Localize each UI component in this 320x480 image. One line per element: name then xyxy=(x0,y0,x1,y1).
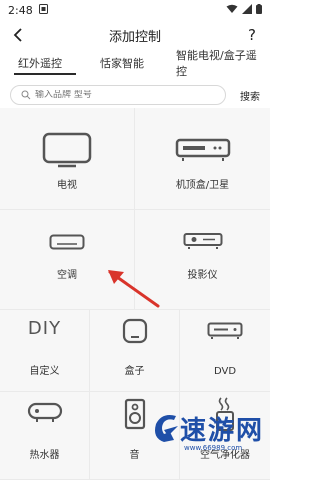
watermark-brand: 速游网 xyxy=(180,416,265,446)
battery-icon xyxy=(256,3,262,17)
device-water-heater[interactable]: 热水器 xyxy=(0,392,90,480)
device-custom-label: 自定义 xyxy=(29,366,60,377)
chevron-left-icon xyxy=(13,28,22,42)
search-icon xyxy=(21,90,31,100)
dvd-icon xyxy=(207,322,243,339)
title-bar: 添加控制 ? xyxy=(0,20,270,50)
device-box[interactable]: 盒子 xyxy=(90,310,180,392)
status-bar: 2:48 xyxy=(0,0,270,20)
watermark-url: www.66989.com xyxy=(184,444,243,452)
tab-infrared[interactable]: 红外遥控 xyxy=(8,50,90,76)
search-input[interactable] xyxy=(35,90,185,100)
device-box-label: 盒子 xyxy=(124,366,145,377)
search-box[interactable] xyxy=(10,85,226,105)
device-dvd[interactable]: DVD xyxy=(180,310,270,392)
device-dvd-label: DVD xyxy=(213,366,237,377)
box-icon xyxy=(122,318,147,344)
search-button[interactable]: 搜索 xyxy=(226,88,260,103)
search-row: 搜索 xyxy=(10,84,260,106)
tv-icon xyxy=(42,132,92,168)
air-conditioner-icon xyxy=(49,234,85,250)
water-heater-icon xyxy=(27,402,62,422)
tab-tianjia-smart[interactable]: 恬家智能 xyxy=(90,50,170,76)
device-water-heater-label: 热水器 xyxy=(29,450,60,461)
page-title: 添加控制 xyxy=(108,29,161,45)
annotation-arrow-icon xyxy=(108,270,160,308)
device-set-top-box[interactable]: 机顶盒/卫星 xyxy=(135,108,270,210)
tab-smart-tv-box[interactable]: 智能电视/盒子遥控 xyxy=(170,49,262,78)
sim-icon xyxy=(38,3,48,17)
signal-icon xyxy=(242,3,252,17)
help-button[interactable]: ? xyxy=(242,25,262,45)
speaker-icon xyxy=(124,398,145,430)
diy-icon: DIY xyxy=(27,318,62,339)
watermark-logo-icon xyxy=(155,415,178,442)
projector-icon xyxy=(183,233,222,249)
back-button[interactable] xyxy=(8,25,28,45)
device-custom[interactable]: DIY 自定义 xyxy=(0,310,90,392)
device-tv-label: 电视 xyxy=(57,180,77,191)
status-time: 2:48 xyxy=(8,3,33,17)
device-tv[interactable]: 电视 xyxy=(0,108,135,210)
device-set-top-box-label: 机顶盒/卫星 xyxy=(175,180,230,191)
tab-bar: 红外遥控 恬家智能 智能电视/盒子遥控 xyxy=(0,49,270,78)
wifi-icon xyxy=(226,4,238,17)
set-top-box-icon xyxy=(175,138,230,161)
watermark: 速游网 www.66989.com xyxy=(150,404,270,480)
